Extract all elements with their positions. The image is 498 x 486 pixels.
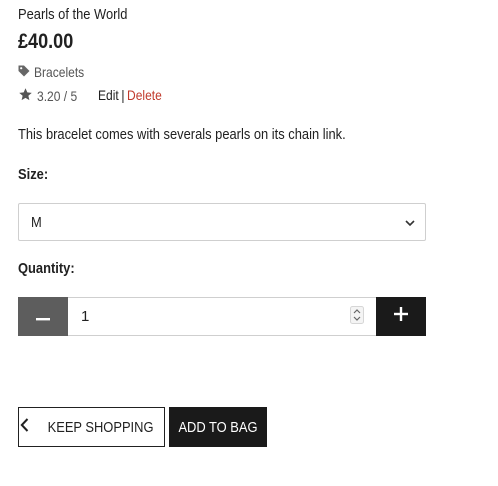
product-name: Pearls of the World bbox=[18, 6, 128, 23]
edit-link[interactable]: Edit bbox=[98, 87, 119, 103]
product-description: This bracelet comes with severals pearls… bbox=[18, 126, 346, 143]
quantity-stepper: 1 bbox=[18, 297, 426, 336]
add-to-bag-button[interactable]: ADD TO BAG bbox=[169, 407, 267, 447]
size-select[interactable]: M bbox=[18, 203, 426, 241]
increase-quantity-button[interactable] bbox=[376, 297, 426, 336]
rating-value: 3.20 / 5 bbox=[37, 88, 78, 104]
decrease-quantity-button[interactable] bbox=[18, 297, 68, 336]
delete-link[interactable]: Delete bbox=[127, 87, 162, 103]
chevron-down-icon bbox=[405, 214, 415, 231]
star-icon bbox=[18, 87, 33, 105]
chevron-left-icon bbox=[20, 418, 29, 436]
quantity-input[interactable]: 1 bbox=[68, 297, 376, 336]
quantity-value: 1 bbox=[81, 308, 90, 325]
product-price: £40.00 bbox=[18, 30, 74, 53]
plus-icon bbox=[394, 307, 408, 326]
size-selected-value: M bbox=[31, 213, 42, 231]
size-label: Size: bbox=[18, 166, 49, 183]
keep-shopping-label: KEEP SHOPPING bbox=[48, 418, 154, 436]
category-label: Bracelets bbox=[34, 64, 85, 80]
add-to-bag-label: ADD TO BAG bbox=[178, 418, 258, 436]
minus-icon bbox=[36, 308, 50, 326]
keep-shopping-button[interactable]: KEEP SHOPPING bbox=[18, 407, 165, 447]
spinner-icon[interactable] bbox=[350, 305, 364, 328]
product-category[interactable]: Bracelets bbox=[18, 64, 92, 80]
quantity-label: Quantity: bbox=[18, 260, 75, 277]
action-separator: | bbox=[121, 87, 125, 103]
tag-icon bbox=[18, 64, 30, 80]
rating-row: 3.20 / 5 Edit | Delete bbox=[18, 87, 162, 105]
